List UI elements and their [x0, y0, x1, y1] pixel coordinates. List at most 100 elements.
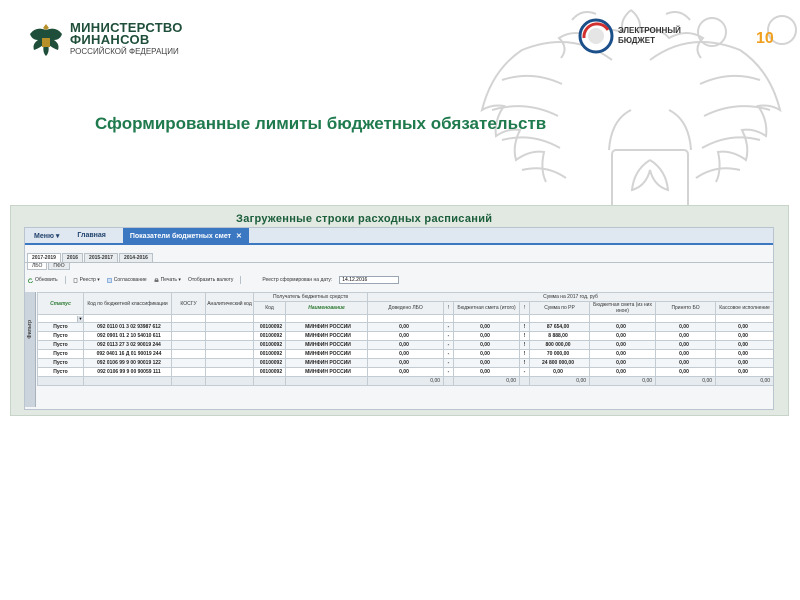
cell-recipient-name: МИНФИН РОССИИ	[284, 340, 369, 350]
sum-rr-filter[interactable]	[529, 314, 591, 323]
estimate-filter[interactable]	[453, 314, 521, 323]
totals-spacer	[205, 376, 254, 386]
col-analytic[interactable]: Аналитический код	[205, 292, 254, 315]
col-recipient-name[interactable]: Наименование	[284, 301, 369, 315]
col-flag2: !	[519, 301, 531, 315]
sub-tab-lbo[interactable]: ЛБО	[27, 263, 48, 270]
refresh-button[interactable]: Обновить	[28, 277, 58, 283]
tab-budget-estimates[interactable]: Показатели бюджетных смет ✕	[122, 228, 249, 243]
cell-kbk: 092 0401 16 Д 01 90019 244	[83, 349, 172, 359]
status-filter[interactable]: ▼	[37, 314, 84, 323]
cell-kbk: 092 0106 99 9 00 90019 122	[83, 358, 172, 368]
cell-estimate: 0,00	[453, 358, 521, 368]
close-icon[interactable]: ✕	[236, 233, 242, 240]
accepted-bo-filter[interactable]	[655, 314, 717, 323]
col-kosgu[interactable]: КОСГУ	[171, 292, 206, 315]
col-accepted-bo[interactable]: Принято БО	[655, 301, 717, 315]
period-tab-2014-2016[interactable]: 2014-2016	[118, 253, 153, 262]
print-button[interactable]: Печать ▾	[154, 277, 181, 283]
cell-recipient-code: 00100092	[253, 322, 286, 332]
col-status[interactable]: Статус	[37, 292, 84, 315]
col-sum-rr[interactable]: Сумма по РР	[529, 301, 591, 315]
period-tab-2015-2017[interactable]: 2015-2017	[84, 253, 118, 262]
kosgu-filter[interactable]	[171, 314, 206, 323]
cell-kosgu	[171, 367, 206, 377]
cell-flag2: !	[519, 331, 531, 341]
col-cash[interactable]: Кассовое исполнение	[715, 301, 773, 315]
cell-estimate: 0,00	[453, 331, 521, 341]
cell-flag1: -	[443, 340, 455, 350]
cell-kbk: 092 0106 99 9 00 90059 111	[83, 367, 172, 377]
kbk-filter[interactable]	[83, 314, 172, 323]
period-tabs: 2017-2019 2016 2015-2017 2014-2016	[25, 251, 773, 262]
total-estimate: 0,00	[453, 376, 521, 386]
code-filter[interactable]	[253, 314, 286, 323]
name-filter[interactable]	[284, 314, 369, 323]
cell-status: Пусто	[37, 349, 84, 359]
period-tab-2016[interactable]: 2016	[61, 253, 84, 262]
approval-icon	[107, 277, 112, 283]
registry-date-input[interactable]	[339, 276, 400, 284]
cell-kbk: 092 0901 01 2 10 54010 611	[83, 331, 172, 341]
col-estimate[interactable]: Бюджетная смета (итого)	[453, 301, 521, 315]
col-recipient-code[interactable]: Код	[253, 301, 286, 315]
cell-analytic	[205, 340, 254, 350]
cell-estimate: 0,00	[453, 340, 521, 350]
cell-estimate-other: 0,00	[589, 349, 657, 359]
col-kbk[interactable]: Код по бюджетной классификации	[83, 292, 172, 315]
registry-button[interactable]: Реестр ▾	[73, 277, 100, 283]
cell-estimate-other: 0,00	[589, 322, 657, 332]
cell-flag2: !	[519, 349, 531, 359]
totals-spacer	[443, 376, 455, 386]
estimate-other-filter[interactable]	[589, 314, 657, 323]
electronic-budget-logo: ЭЛЕКТРОННЫЙ БЮДЖЕТ	[578, 18, 700, 54]
cell-kosgu	[171, 358, 206, 368]
cell-flag1: -	[443, 367, 455, 377]
table-row[interactable]: Пусто 092 0106 99 9 00 90059 111 00100092 М…	[37, 367, 773, 377]
totals-spacer	[253, 376, 286, 386]
table-row[interactable]: Пусто 092 0401 16 Д 01 90019 244 00100092 М…	[37, 349, 773, 359]
cell-flag1: -	[443, 358, 455, 368]
filter-panel-toggle[interactable]: Фильтр	[25, 292, 36, 407]
col-lbo[interactable]: Доведено ЛБО	[367, 301, 445, 315]
cell-status: Пусто	[37, 322, 84, 332]
cell-estimate: 0,00	[453, 322, 521, 332]
show-currency-button[interactable]: Отобразить валюту	[188, 277, 233, 283]
cell-lbo: 0,00	[367, 349, 445, 359]
menu-button[interactable]: Меню ▾	[25, 228, 68, 243]
limits-table: Статус Код по бюджетной классификации КО…	[37, 292, 773, 386]
cell-status: Пусто	[37, 340, 84, 350]
cell-estimate: 0,00	[453, 367, 521, 377]
slide-title: Сформированные лимиты бюджетных обязател…	[95, 114, 547, 133]
chevron-down-icon[interactable]: ▼	[77, 315, 83, 322]
cash-filter[interactable]	[715, 314, 773, 323]
sub-tab-pfo[interactable]: ПФО	[48, 263, 70, 270]
cell-analytic	[205, 358, 254, 368]
cell-recipient-code: 00100092	[253, 367, 286, 377]
totals-spacer	[284, 376, 369, 386]
col-estimate-other[interactable]: Бюджетная смета (из них иное)	[589, 301, 657, 315]
cell-kosgu	[171, 340, 206, 350]
table-row[interactable]: Пусто 092 0901 01 2 10 54010 611 00100092 М…	[37, 331, 773, 341]
cell-recipient-name: МИНФИН РОССИИ	[284, 331, 369, 341]
cell-cash: 0,00	[715, 367, 773, 377]
cell-cash: 0,00	[715, 340, 773, 350]
app-window: Меню ▾ Главная Показатели бюджетных смет…	[24, 227, 774, 410]
period-tab-2017-2019[interactable]: 2017-2019	[27, 253, 61, 262]
cell-status: Пусто	[37, 358, 84, 368]
home-link[interactable]: Главная	[68, 228, 114, 243]
analytic-filter[interactable]	[205, 314, 254, 323]
double-eagle-icon	[30, 24, 62, 56]
registry-date-label: Реестр сформирован на дату:	[262, 277, 333, 283]
cell-analytic	[205, 349, 254, 359]
tab-budget-estimates-label: Показатели бюджетных смет	[129, 233, 232, 240]
cell-sum-rr: 70 000,00	[529, 349, 591, 359]
lbo-filter[interactable]	[367, 314, 445, 323]
approval-button[interactable]: Согласование	[107, 277, 147, 283]
cell-flag2: -	[519, 367, 531, 377]
table-row[interactable]: Пусто 092 0106 99 9 00 90019 122 00100092 М…	[37, 358, 773, 368]
toolbar-divider	[240, 276, 242, 284]
cell-accepted-bo: 0,00	[655, 367, 717, 377]
table-row[interactable]: Пусто 092 0113 27 3 02 90019 244 00100092 М…	[37, 340, 773, 350]
table-row[interactable]: Пусто 092 0110 01 3 02 93987 612 00100092 М…	[37, 322, 773, 332]
